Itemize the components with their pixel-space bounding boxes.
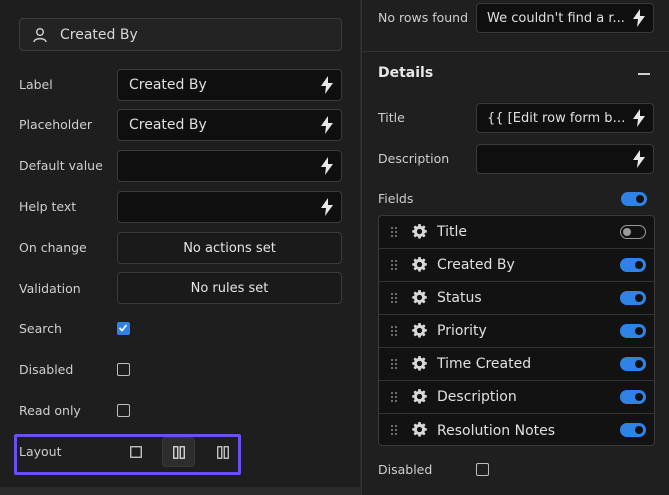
right-disabled-label: Disabled [378, 462, 433, 477]
field-toggle[interactable] [620, 225, 646, 239]
field-row-priority[interactable]: Priority [379, 315, 654, 348]
drag-handle-icon[interactable] [390, 391, 398, 403]
toggle-knob [635, 393, 643, 401]
section-divider [362, 51, 669, 52]
toggle-knob [623, 227, 631, 236]
label-input[interactable]: Created By [117, 69, 342, 101]
right-disabled-checkbox[interactable] [476, 463, 489, 476]
field-row-title[interactable]: Title [379, 216, 654, 249]
field-row-status[interactable]: Status [379, 282, 654, 315]
field-toggle[interactable] [620, 357, 646, 371]
user-icon [33, 27, 47, 42]
gear-icon[interactable] [412, 290, 427, 305]
two-column-icon [172, 445, 185, 459]
validation-button[interactable]: No rules set [117, 272, 342, 304]
read-only-checkbox[interactable] [117, 404, 130, 417]
field-name: Status [437, 290, 482, 306]
gear-icon[interactable] [412, 356, 427, 371]
bolt-icon[interactable] [320, 198, 334, 216]
field-toggle[interactable] [620, 324, 646, 338]
fields-list: Title Created By Status Priority Time Cr… [378, 215, 655, 446]
drag-handle-icon[interactable] [390, 424, 398, 436]
field-toggle[interactable] [620, 258, 646, 272]
drag-handle-icon[interactable] [390, 358, 398, 370]
field-row-resolution-notes[interactable]: Resolution Notes [379, 414, 654, 447]
read-only-label: Read only [19, 403, 81, 418]
collapse-icon[interactable] [638, 73, 650, 75]
details-section-title: Details [378, 65, 434, 81]
field-name: Title [437, 224, 468, 240]
help-text-input[interactable] [117, 191, 342, 223]
check-icon [118, 324, 128, 332]
drag-handle-icon[interactable] [390, 292, 398, 304]
description-label: Description [378, 151, 450, 166]
default-value-input[interactable] [117, 150, 342, 182]
toggle-knob [635, 426, 643, 434]
field-name: Priority [437, 323, 487, 339]
title-input-value: {{ [Edit row form blo... [487, 110, 627, 126]
left-panel-footer [0, 487, 360, 495]
gear-icon[interactable] [412, 224, 427, 239]
title-label: Title [378, 110, 405, 125]
field-name: Description [437, 389, 517, 405]
field-toggle[interactable] [620, 390, 646, 404]
search-checkbox[interactable] [117, 322, 130, 335]
toggle-knob [635, 294, 643, 302]
placeholder-input-value: Created By [129, 117, 207, 133]
field-name: Time Created [437, 356, 532, 372]
help-text-label: Help text [19, 199, 77, 214]
two-column-compact-icon [216, 445, 229, 459]
no-rows-input[interactable]: We couldn't find a r... [476, 3, 654, 33]
drag-handle-icon[interactable] [390, 226, 398, 238]
bolt-icon[interactable] [632, 150, 646, 168]
gear-icon[interactable] [412, 257, 427, 272]
layout-label: Layout [19, 444, 62, 459]
no-rows-label: No rows found [378, 10, 469, 25]
gear-icon[interactable] [412, 323, 427, 338]
field-row-time-created[interactable]: Time Created [379, 348, 654, 381]
field-row-created-by[interactable]: Created By [379, 249, 654, 282]
disabled-label: Disabled [19, 362, 74, 377]
layout-single-column-button[interactable] [119, 437, 152, 467]
bolt-icon[interactable] [632, 109, 646, 127]
field-name: Created By [437, 257, 515, 273]
title-input[interactable]: {{ [Edit row form blo... [476, 103, 654, 133]
label-input-value: Created By [129, 77, 207, 93]
bolt-icon[interactable] [632, 9, 646, 27]
bolt-icon[interactable] [320, 157, 334, 175]
bolt-icon[interactable] [320, 116, 334, 134]
no-rows-input-value: We couldn't find a r... [487, 10, 625, 26]
label-label: Label [19, 77, 53, 92]
placeholder-label: Placeholder [19, 117, 93, 132]
toggle-knob [636, 195, 644, 203]
fields-label: Fields [378, 191, 414, 206]
layout-two-column-compact-button[interactable] [206, 437, 239, 467]
disabled-checkbox[interactable] [117, 363, 130, 376]
toggle-knob [635, 360, 643, 368]
validation-label: Validation [19, 281, 81, 296]
field-toggle[interactable] [620, 291, 646, 305]
drag-handle-icon[interactable] [390, 325, 398, 337]
on-change-label: On change [19, 240, 87, 255]
layout-two-column-button[interactable] [162, 437, 195, 467]
placeholder-input[interactable]: Created By [117, 109, 342, 141]
toggle-knob [635, 261, 643, 269]
on-change-button[interactable]: No actions set [117, 232, 342, 264]
field-group-header[interactable]: Created By [19, 18, 342, 51]
fields-toggle[interactable] [621, 192, 647, 206]
field-row-description[interactable]: Description [379, 381, 654, 414]
field-group-title: Created By [60, 26, 138, 43]
search-label: Search [19, 321, 62, 336]
single-column-icon [129, 446, 142, 458]
bolt-icon[interactable] [320, 76, 334, 94]
toggle-knob [635, 327, 643, 335]
field-toggle[interactable] [620, 423, 646, 437]
gear-icon[interactable] [412, 422, 427, 437]
gear-icon[interactable] [412, 389, 427, 404]
default-value-label: Default value [19, 158, 103, 173]
description-input[interactable] [476, 144, 654, 174]
drag-handle-icon[interactable] [390, 259, 398, 271]
field-name: Resolution Notes [437, 422, 556, 439]
